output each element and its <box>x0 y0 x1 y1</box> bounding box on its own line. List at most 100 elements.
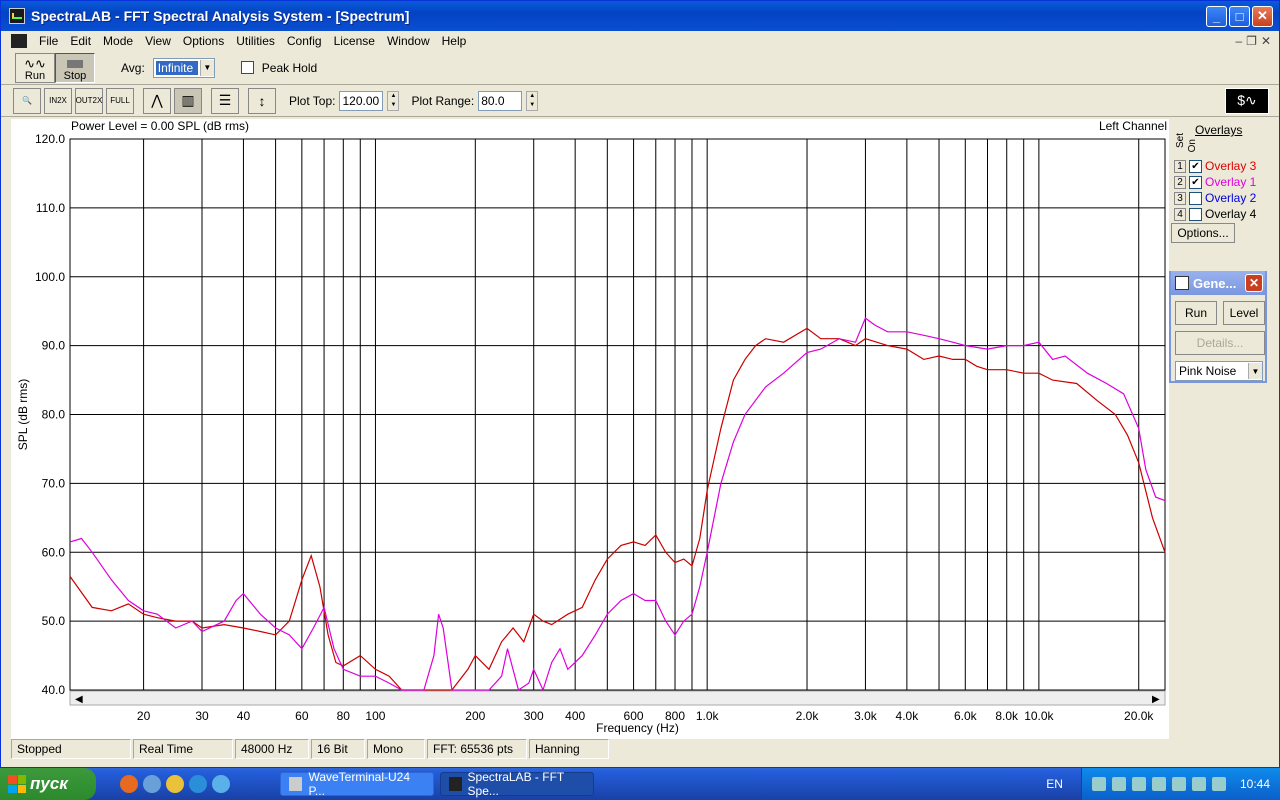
plot-top-input[interactable]: 120.00 <box>339 90 384 111</box>
x-tick-label: 80 <box>337 709 351 723</box>
legend-icon[interactable]: ☰ <box>211 87 239 114</box>
doc-restore-icon[interactable]: ❐ <box>1246 34 1257 48</box>
start-button[interactable]: пуск <box>0 768 96 800</box>
x-tick-label: 3.0k <box>854 709 878 723</box>
chevron-down-icon[interactable]: ▼ <box>199 59 214 76</box>
menu-help[interactable]: Help <box>436 34 473 48</box>
task-spectralab[interactable]: SpectraLAB - FFT Spe... <box>440 770 594 798</box>
language-indicator[interactable]: EN <box>1046 777 1063 791</box>
overlay-set-button[interactable]: 2 <box>1174 175 1186 189</box>
bar-mode-icon[interactable]: ▥ <box>174 87 202 114</box>
task-waveterminal[interactable]: WaveTerminal-U24 P... <box>280 770 434 798</box>
quicklaunch-icon[interactable] <box>212 775 230 793</box>
y-tick-label: 50.0 <box>42 614 66 628</box>
menu-bar: File Edit Mode View Options Utilities Co… <box>1 31 1279 51</box>
line-mode-icon[interactable]: ⋀ <box>143 87 171 114</box>
avg-label: Avg: <box>121 60 145 75</box>
usb-icon <box>289 777 303 791</box>
x-tick-label: 300 <box>524 709 544 723</box>
plot-range-spinner[interactable]: ▲ ▼ <box>526 90 539 111</box>
ie-icon[interactable] <box>189 775 207 793</box>
generator-details-button[interactable]: Details... <box>1175 331 1265 355</box>
signal-value: Pink Noise <box>1179 364 1237 378</box>
document-icon[interactable] <box>11 34 27 48</box>
tray-volume-icon[interactable] <box>1131 777 1146 791</box>
task-label: SpectraLAB - FFT Spe... <box>467 770 565 798</box>
plot-range-input[interactable]: 80.0 <box>478 90 523 111</box>
zoom-out-2x-icon[interactable]: OUT2X <box>75 87 103 114</box>
y-tick-label: 40.0 <box>42 683 66 697</box>
control-toolbar: ∿∿ Run Stop Avg: Infinite ▼ Peak Hold <box>1 51 1279 85</box>
menu-edit[interactable]: Edit <box>64 34 97 48</box>
firefox-icon[interactable] <box>120 775 138 793</box>
generator-run-button[interactable]: Run <box>1175 301 1217 325</box>
signal-logo-icon[interactable]: $∿ <box>1225 87 1269 114</box>
minimize-button[interactable]: _ <box>1206 5 1227 27</box>
player-icon[interactable] <box>166 775 184 793</box>
generator-title: Gene... <box>1193 275 1237 291</box>
zoom-in-2x-icon[interactable]: IN2X <box>44 87 72 114</box>
menu-file[interactable]: File <box>33 34 64 48</box>
tray-device-icon[interactable] <box>1191 777 1206 791</box>
horizontal-scrollbar[interactable] <box>69 690 1166 706</box>
tray-usb-icon[interactable] <box>1111 777 1126 791</box>
scroll-right-icon[interactable]: ▶ <box>1152 694 1160 705</box>
tray-app-icon[interactable] <box>1151 777 1166 791</box>
overlay-checkbox[interactable]: ✔ <box>1189 175 1202 189</box>
overlay-checkbox[interactable]: ✔ <box>1189 159 1202 173</box>
x-tick-label: 100 <box>365 709 385 723</box>
peak-hold-checkbox[interactable] <box>240 61 254 74</box>
maximize-button[interactable]: □ <box>1229 5 1250 27</box>
menu-config[interactable]: Config <box>281 34 328 48</box>
system-tray: 10:44 <box>1080 768 1280 800</box>
x-tick-label: 20.0k <box>1124 709 1154 723</box>
main-window: SpectraLAB - FFT Spectral Analysis Syste… <box>0 0 1280 768</box>
overlay-set-button[interactable]: 4 <box>1174 207 1186 221</box>
avg-select[interactable]: Infinite ▼ <box>152 57 215 78</box>
menu-options[interactable]: Options <box>177 34 230 48</box>
doc-minimize-icon[interactable]: – <box>1235 34 1242 48</box>
title-bar[interactable]: SpectraLAB - FFT Spectral Analysis Syste… <box>1 1 1279 31</box>
stop-button[interactable]: Stop <box>55 52 95 83</box>
status-mode: Real Time <box>133 739 233 759</box>
menu-mode[interactable]: Mode <box>97 34 139 48</box>
spectrum-chart[interactable]: Power Level = 0.00 SPL (dB rms) Left Cha… <box>11 119 1169 739</box>
overlay-set-button[interactable]: 3 <box>1174 191 1186 205</box>
y-tick-label: 70.0 <box>42 476 66 490</box>
generator-title-bar[interactable]: Gene... ✕ <box>1171 271 1265 295</box>
media-icon[interactable] <box>143 775 161 793</box>
menu-view[interactable]: View <box>139 34 177 48</box>
plot-toolbar: 🔍 IN2X OUT2X FULL ⋀ ▥ ☰ ↕ Plot Top: 120.… <box>1 85 1279 117</box>
close-button[interactable]: ✕ <box>1252 5 1273 27</box>
status-bit-depth: 16 Bit <box>311 739 365 759</box>
wave-icon: ∿∿ <box>24 55 46 71</box>
zoom-out-full-icon[interactable]: FULL <box>106 87 134 114</box>
menu-utilities[interactable]: Utilities <box>230 34 281 48</box>
doc-close-icon[interactable]: ✕ <box>1261 34 1271 48</box>
generator-level-button[interactable]: Level <box>1223 301 1265 325</box>
generator-icon <box>1175 276 1189 290</box>
overlays-title[interactable]: Overlays <box>1195 123 1242 137</box>
scroll-left-icon[interactable]: ◀ <box>75 694 83 705</box>
x-tick-label: 400 <box>565 709 585 723</box>
overlay-checkbox[interactable] <box>1189 207 1202 221</box>
tray-display-icon[interactable] <box>1211 777 1226 791</box>
overlay-set-button[interactable]: 1 <box>1174 159 1186 173</box>
menu-window[interactable]: Window <box>381 34 436 48</box>
tray-security-icon[interactable] <box>1171 777 1186 791</box>
overlay-label: Overlay 1 <box>1205 175 1257 189</box>
spectrum-plot[interactable]: 40.0 50.0 60.0 70.0 80.0 90.0 100.0 110.0 120.0 ◀… <box>11 119 1169 739</box>
overlay-checkbox[interactable] <box>1189 191 1202 205</box>
tray-network-icon[interactable] <box>1091 777 1106 791</box>
autoscale-icon[interactable]: ↕ <box>248 87 276 114</box>
signal-select[interactable]: Pink Noise ▼ <box>1175 361 1263 381</box>
zoom-icon[interactable]: 🔍 <box>13 87 41 114</box>
plot-top-spinner[interactable]: ▲ ▼ <box>387 90 400 111</box>
menu-license[interactable]: License <box>328 34 381 48</box>
spectralab-icon <box>449 777 462 791</box>
generator-close-icon[interactable]: ✕ <box>1245 274 1263 292</box>
run-button[interactable]: ∿∿ Run <box>15 52 55 83</box>
overlay-row: 1 ✔ Overlay 3 <box>1174 159 1256 173</box>
chevron-down-icon[interactable]: ▼ <box>1248 363 1262 379</box>
overlay-options-button[interactable]: Options... <box>1171 223 1235 243</box>
